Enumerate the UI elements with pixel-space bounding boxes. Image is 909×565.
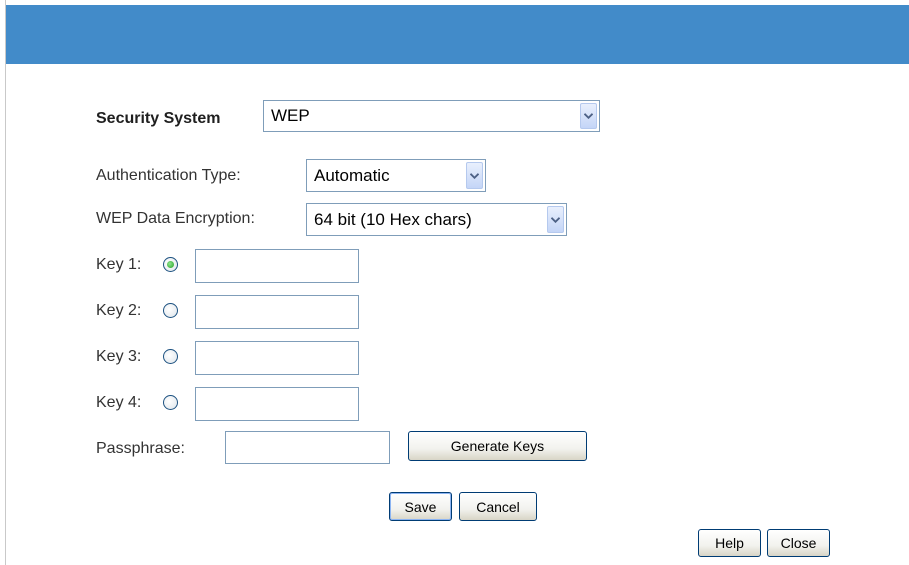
passphrase-label: Passphrase: [96,440,185,457]
key-2-input[interactable] [195,295,359,329]
key-4-label: Key 4: [96,394,142,411]
header-bar [6,5,909,64]
window-left-border [5,0,6,565]
save-button[interactable]: Save [389,492,452,521]
key-3-input[interactable] [195,341,359,375]
security-system-select[interactable]: WEP [263,100,600,132]
key-4-input[interactable] [195,387,359,421]
key-1-input[interactable] [195,249,359,283]
key-4-radio[interactable] [163,395,178,410]
chevron-down-icon[interactable] [466,162,483,189]
security-system-value: WEP [271,106,310,125]
key-1-label: Key 1: [96,256,142,273]
chevron-down-icon[interactable] [547,206,564,233]
generate-keys-button[interactable]: Generate Keys [408,431,587,461]
cancel-button[interactable]: Cancel [459,492,537,521]
key-2-label: Key 2: [96,302,142,319]
security-system-label: Security System [96,110,221,127]
wep-data-encryption-value: 64 bit (10 Hex chars) [314,209,472,229]
chevron-down-icon[interactable] [580,103,597,129]
key-2-radio[interactable] [163,303,178,318]
help-button[interactable]: Help [698,529,761,557]
authentication-type-label: Authentication Type: [96,167,241,184]
wep-data-encryption-label: WEP Data Encryption: [96,210,255,227]
close-button[interactable]: Close [767,529,830,557]
passphrase-input[interactable] [225,431,390,464]
key-3-label: Key 3: [96,348,142,365]
wep-data-encryption-select[interactable]: 64 bit (10 Hex chars) [306,203,567,236]
key-3-radio[interactable] [163,349,178,364]
key-1-radio[interactable] [163,257,178,272]
authentication-type-value: Automatic [314,165,390,185]
authentication-type-select[interactable]: Automatic [306,159,486,192]
